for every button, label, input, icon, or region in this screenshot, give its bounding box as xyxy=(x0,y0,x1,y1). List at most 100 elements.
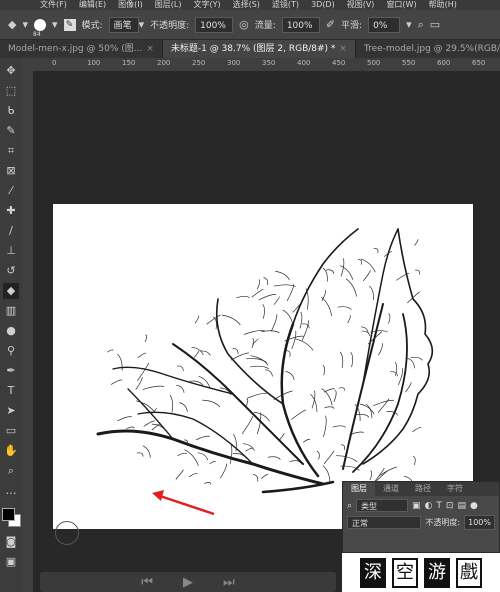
menu-edit[interactable]: 编辑(E) xyxy=(73,0,112,10)
tree-twig xyxy=(232,347,239,355)
adjustment-filter-icon[interactable]: ◐ xyxy=(425,501,433,511)
menu-image[interactable]: 图像(I) xyxy=(112,0,149,10)
tree-twig xyxy=(345,278,357,297)
tree-twig xyxy=(256,279,261,290)
tree-twig xyxy=(397,368,404,386)
gradient-icon[interactable]: ▥ xyxy=(3,303,19,319)
airbrush-icon[interactable]: ✐ xyxy=(326,18,335,31)
tree-twig xyxy=(184,449,199,467)
menu-3d[interactable]: 3D(D) xyxy=(305,0,341,10)
tree-twig xyxy=(386,411,399,416)
menu-window[interactable]: 窗口(W) xyxy=(380,0,422,10)
menu-type[interactable]: 文字(Y) xyxy=(187,0,226,10)
layers-panel-tabs: 图层 通道 路径 字符 xyxy=(343,482,499,496)
eyedropper-icon[interactable]: ⁄ xyxy=(3,183,19,199)
layer-filter-select[interactable]: 类型 xyxy=(356,499,409,512)
tree-twig xyxy=(354,413,370,418)
mode-select[interactable]: 画笔 xyxy=(108,16,139,33)
close-icon[interactable]: × xyxy=(146,44,154,54)
color-swatches[interactable] xyxy=(2,508,21,527)
menu-help[interactable]: 帮助(H) xyxy=(423,0,463,10)
ruler-tick-label: 500 xyxy=(367,59,381,67)
tab-untitled[interactable]: 未标题-1 @ 38.7% (图层 2, RGB/8#) * × xyxy=(162,40,356,58)
close-icon[interactable]: × xyxy=(339,44,347,54)
layer-opacity-field[interactable]: 100% xyxy=(464,515,495,530)
play-icon[interactable]: ▶ xyxy=(183,575,193,590)
screen-mode-icon[interactable]: ▣ xyxy=(3,554,19,570)
tree-twig xyxy=(368,285,374,301)
menu-layer[interactable]: 图层(L) xyxy=(149,0,188,10)
opacity-field[interactable]: 100% xyxy=(195,16,234,33)
search-icon[interactable]: ⌕ xyxy=(418,18,424,32)
tree-twig xyxy=(179,402,188,412)
eraser-icon[interactable]: ◆ xyxy=(3,283,19,299)
blur-icon[interactable]: ● xyxy=(3,323,19,339)
tree-twig xyxy=(407,357,415,369)
tree-twig xyxy=(142,445,151,458)
tree-twig xyxy=(373,247,379,254)
crop-icon[interactable]: ⌗ xyxy=(3,143,19,159)
eraser-icon[interactable]: ◆ xyxy=(8,18,16,31)
smooth-field[interactable]: 0% xyxy=(368,16,401,33)
frame-icon[interactable]: ⊠ xyxy=(3,163,19,179)
tab-character[interactable]: 字符 xyxy=(439,482,471,496)
shape-filter-icon[interactable]: ⊡ xyxy=(446,501,454,511)
tree-twig xyxy=(126,426,135,430)
hand-icon[interactable]: ✋ xyxy=(3,443,19,459)
tree-twig xyxy=(233,434,237,452)
menu-view[interactable]: 视图(V) xyxy=(341,0,381,10)
brush-settings-icon[interactable]: ✎ xyxy=(63,18,76,31)
quick-select-icon[interactable]: ✎ xyxy=(3,123,19,139)
history-brush-icon[interactable]: ↺ xyxy=(3,263,19,279)
tree-twig xyxy=(294,338,314,351)
lasso-icon[interactable]: ᑲ xyxy=(3,103,19,119)
watermark-char: 深 xyxy=(360,557,386,588)
workspace-icon[interactable]: ▭ xyxy=(430,18,440,31)
foreground-color-swatch[interactable] xyxy=(2,508,15,521)
tree-twig xyxy=(370,330,388,333)
brush-icon[interactable]: / xyxy=(3,223,19,239)
chevron-down-icon[interactable]: ▾ xyxy=(52,18,58,31)
tree-twig xyxy=(340,444,346,450)
blend-mode-select[interactable]: 正常 xyxy=(347,516,422,529)
shape-icon[interactable]: ▭ xyxy=(3,423,19,439)
rewind-icon[interactable]: ⏮ xyxy=(141,575,153,590)
zoom-icon[interactable]: ⌕ xyxy=(3,463,19,479)
marquee-icon[interactable]: ⬚ xyxy=(3,83,19,99)
menu-select[interactable]: 选择(S) xyxy=(227,0,266,10)
tree-twig xyxy=(369,470,373,481)
filter-toggle-icon[interactable]: ● xyxy=(470,501,478,511)
flow-field[interactable]: 100% xyxy=(281,16,320,33)
quick-mask-icon[interactable]: ◙ xyxy=(3,534,19,550)
smart-object-filter-icon[interactable]: ▤ xyxy=(457,501,466,511)
tree-twig xyxy=(323,415,327,438)
healing-icon[interactable]: ✚ xyxy=(3,203,19,219)
pressure-opacity-icon[interactable]: ◎ xyxy=(239,18,249,31)
tab-tree-model[interactable]: Tree-model.jpg @ 29.5%(RGB/...× xyxy=(356,40,500,58)
tab-channels[interactable]: 通道 xyxy=(375,482,407,496)
tree-twig xyxy=(258,294,277,301)
tree-twig xyxy=(324,406,335,409)
path-select-icon[interactable]: ➤ xyxy=(3,403,19,419)
tree-twig xyxy=(321,296,333,317)
brush-preset-picker[interactable]: 84 xyxy=(33,18,46,38)
image-filter-icon[interactable]: ▣ xyxy=(412,501,421,511)
type-filter-icon[interactable]: T xyxy=(436,501,442,511)
menu-filter[interactable]: 滤镜(T) xyxy=(266,0,305,10)
tab-paths[interactable]: 路径 xyxy=(407,482,439,496)
dodge-icon[interactable]: ⚲ xyxy=(3,343,19,359)
forward-icon[interactable]: ⏭ xyxy=(223,575,235,590)
type-icon[interactable]: T xyxy=(3,383,19,399)
chevron-down-icon[interactable]: ▾ xyxy=(406,18,412,31)
chevron-down-icon[interactable]: ▾ xyxy=(22,18,28,31)
tree-twig xyxy=(261,330,280,334)
tree-twig xyxy=(336,455,358,463)
tab-layers[interactable]: 图层 xyxy=(343,482,375,496)
tab-model-men[interactable]: Model-men-x.jpg @ 50% (图... × xyxy=(0,40,163,58)
chevron-down-icon[interactable]: ▾ xyxy=(139,18,145,31)
stamp-icon[interactable]: ⊥ xyxy=(3,243,19,259)
more-icon[interactable]: … xyxy=(3,483,19,499)
menu-file[interactable]: 文件(F) xyxy=(34,0,73,10)
pen-icon[interactable]: ✒ xyxy=(3,363,19,379)
move-icon[interactable]: ✥ xyxy=(3,63,19,79)
